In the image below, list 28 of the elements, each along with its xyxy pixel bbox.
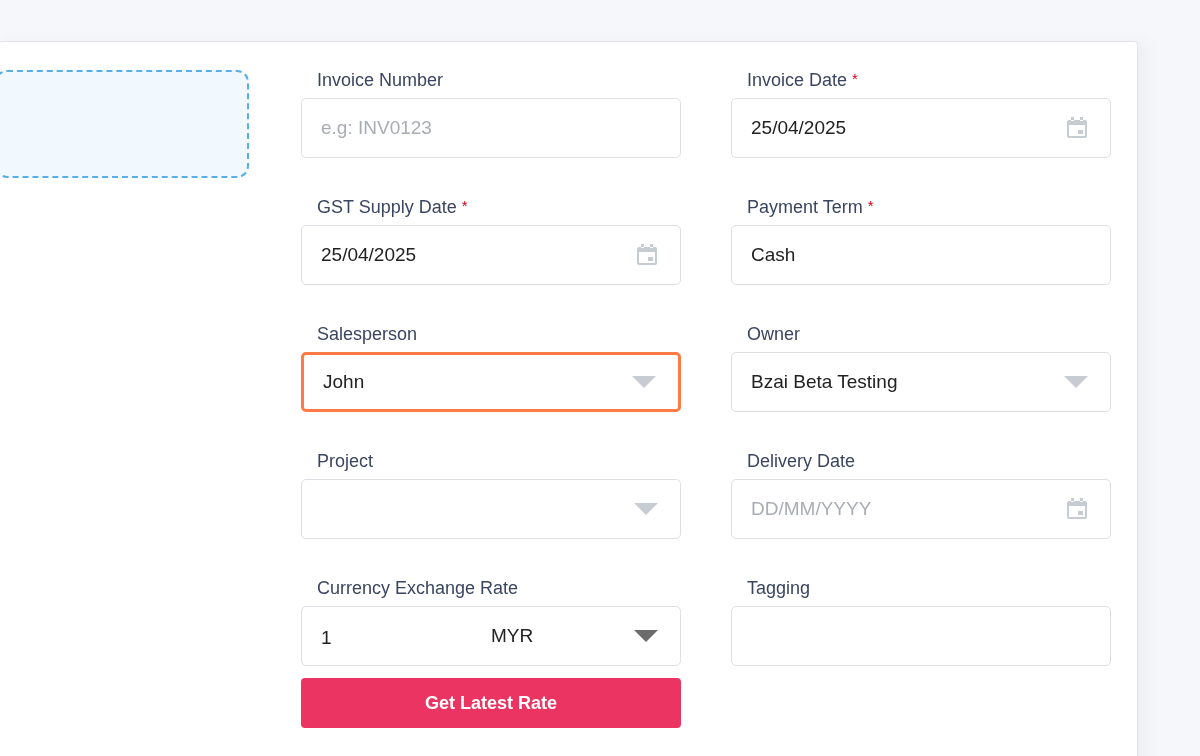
text-field[interactable]: e.g: INV0123 (301, 98, 681, 158)
get-latest-rate-button[interactable]: Get Latest Rate (301, 678, 681, 728)
field-label: Invoice Number (317, 68, 444, 92)
upload-drop-zone[interactable] (0, 70, 249, 178)
field-label: Owner (747, 322, 800, 346)
field-label: Delivery Date (747, 449, 856, 473)
field-label: GST Supply Date (317, 195, 457, 219)
text-field[interactable] (731, 606, 1111, 666)
calendar-icon[interactable] (1066, 116, 1088, 140)
field-label: Project (317, 449, 374, 473)
field-label: Tagging (747, 576, 811, 600)
calendar-icon[interactable] (636, 243, 658, 267)
dropdown-field[interactable] (301, 479, 681, 539)
dropdown-field[interactable]: Bzai Beta Testing (731, 352, 1111, 412)
required-mark: * (852, 69, 858, 89)
exchange-rate-field[interactable]: 1 MYR (301, 606, 681, 666)
caret-icon[interactable] (634, 630, 658, 642)
field-label: Invoice Date (747, 68, 848, 92)
field-label: Currency Exchange Rate (317, 576, 519, 600)
field-label: Payment Term (747, 195, 863, 219)
date-field[interactable]: 25/04/2025 (301, 225, 681, 285)
required-mark: * (461, 196, 468, 216)
calendar-icon[interactable] (1066, 497, 1088, 521)
dropdown-field[interactable]: John (301, 352, 681, 412)
field-label: Salesperson (317, 322, 418, 346)
text-field[interactable]: Cash (731, 225, 1111, 285)
date-field[interactable]: 25/04/2025 (731, 98, 1111, 158)
required-mark: * (867, 196, 874, 216)
